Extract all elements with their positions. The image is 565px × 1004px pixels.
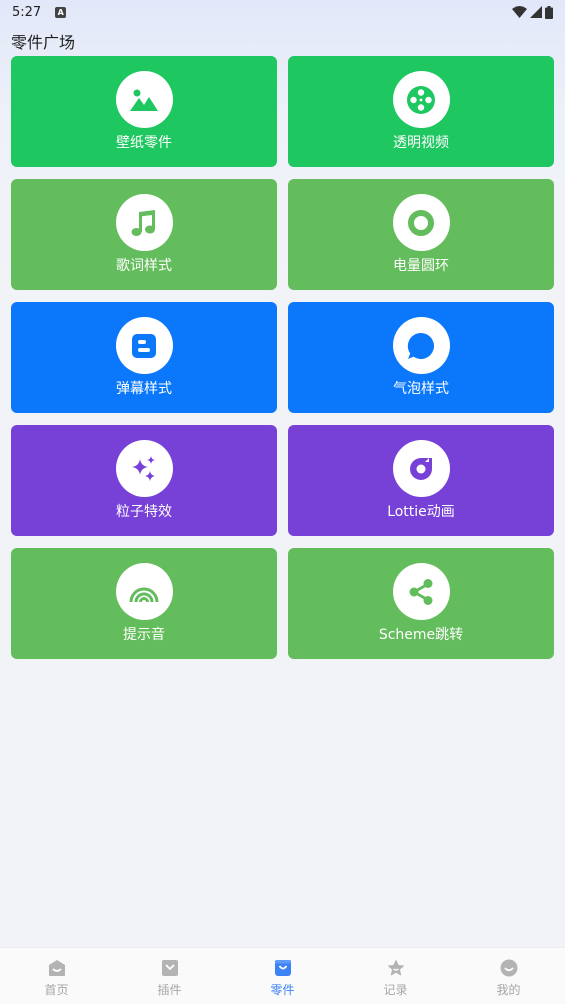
card-danmaku-style[interactable]: 弹幕样式 [11, 302, 277, 413]
card-label: Scheme跳转 [378, 627, 464, 643]
card-label: 提示音 [123, 627, 165, 643]
status-bar: 5:27 A [0, 0, 565, 24]
home-icon [48, 960, 65, 976]
card-transparent-video[interactable]: 透明视频 [288, 56, 554, 167]
notification-icon: A [55, 6, 67, 18]
chat-bubble-icon [407, 332, 435, 359]
card-label: Lottie动画 [387, 504, 455, 520]
battery-icon [545, 5, 553, 19]
bag-icon [274, 960, 291, 976]
nav-item-records[interactable]: 记录 [339, 948, 452, 1004]
share-icon [409, 578, 433, 605]
blogger-icon [132, 333, 156, 358]
smile-icon [500, 959, 517, 977]
sparkles-icon [132, 455, 155, 481]
nav-item-widgets[interactable]: 零件 [226, 948, 339, 1004]
nav-label: 零件 [270, 983, 295, 997]
widget-grid: 壁纸零件 透明视频 歌词样式 电量圆环 弹幕样式 气泡样式 粒子特效 Lotti… [11, 56, 554, 659]
music-note-icon [131, 209, 155, 236]
nav-label: 插件 [157, 983, 182, 997]
card-label: 电量圆环 [393, 258, 449, 274]
nav-item-home[interactable]: 首页 [0, 948, 113, 1004]
nav-label: 首页 [44, 983, 69, 997]
ring-icon [408, 209, 434, 236]
film-reel-icon [407, 85, 435, 114]
lottie-icon [410, 457, 432, 480]
nav-item-plugins[interactable]: 插件 [113, 948, 226, 1004]
card-bubble-style[interactable]: 气泡样式 [288, 302, 554, 413]
page-title: 零件广场 [11, 33, 76, 52]
nav-item-profile[interactable]: 我的 [452, 948, 565, 1004]
plugin-icon [161, 960, 178, 976]
rainbow-icon [129, 587, 159, 602]
card-particle-effects[interactable]: 粒子特效 [11, 425, 277, 536]
card-label: 粒子特效 [116, 504, 172, 520]
card-notification-sound[interactable]: 提示音 [11, 548, 277, 659]
nav-label: 我的 [496, 983, 521, 997]
card-label: 歌词样式 [116, 258, 172, 274]
card-label: 气泡样式 [393, 381, 449, 397]
card-label: 壁纸零件 [116, 135, 172, 151]
card-scheme-jump[interactable]: Scheme跳转 [288, 548, 554, 659]
card-label: 弹幕样式 [116, 381, 172, 397]
status-time: 5:27 [12, 4, 42, 20]
nav-label: 记录 [383, 983, 408, 997]
image-icon [130, 89, 158, 111]
signal-icon [530, 6, 542, 18]
card-label: 透明视频 [393, 135, 449, 151]
card-battery-ring[interactable]: 电量圆环 [288, 179, 554, 290]
card-wallpaper[interactable]: 壁纸零件 [11, 56, 277, 167]
card-lyrics-style[interactable]: 歌词样式 [11, 179, 277, 290]
bottom-nav: 首页 插件 零件 记录 我的 [0, 947, 565, 1004]
card-lottie-animation[interactable]: Lottie动画 [288, 425, 554, 536]
wifi-icon [512, 6, 527, 18]
star-icon [387, 959, 404, 976]
